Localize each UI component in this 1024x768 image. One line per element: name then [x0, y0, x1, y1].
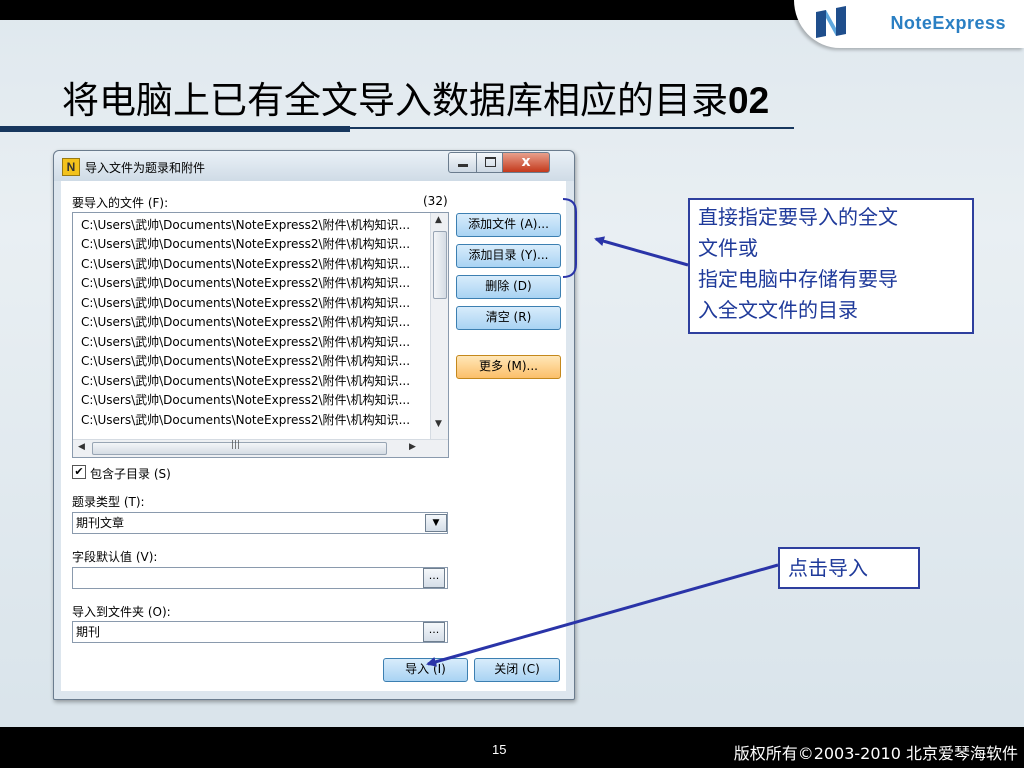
page-number: 15	[492, 742, 507, 757]
maximize-button[interactable]	[476, 152, 504, 173]
files-label: 要导入的文件 (F):	[72, 196, 169, 210]
more-button[interactable]: 更多 (M)...	[456, 355, 561, 379]
file-list[interactable]: C:\Users\武帅\Documents\NoteExpress2\附件\机构…	[72, 212, 449, 458]
file-list-item[interactable]: C:\Users\武帅\Documents\NoteExpress2\附件\机构…	[81, 235, 410, 252]
import-folder-input[interactable]: 期刊	[72, 621, 448, 643]
title-underline-thin	[350, 127, 794, 129]
close-button[interactable]: 关闭 (C)	[474, 658, 560, 682]
slide-title: 将电脑上已有全文导入数据库相应的目录02	[62, 70, 769, 124]
file-list-item[interactable]: C:\Users\武帅\Documents\NoteExpress2\附件\机构…	[81, 313, 410, 330]
app-icon: N	[62, 158, 80, 176]
field-default-label: 字段默认值 (V):	[72, 550, 158, 564]
vertical-scrollbar[interactable]: ▲ ▼	[430, 213, 448, 439]
callout-line: 指定电脑中存储有要导	[698, 267, 898, 291]
record-type-label: 题录类型 (T):	[72, 495, 145, 509]
slide-title-text: 将电脑上已有全文导入数据库相应的目录	[62, 79, 728, 122]
file-list-item[interactable]: C:\Users\武帅\Documents\NoteExpress2\附件\机构…	[81, 274, 410, 291]
horizontal-scrollbar[interactable]: ◀ ||| ▶	[73, 439, 448, 457]
include-subdir-label: 包含子目录 (S)	[90, 467, 171, 481]
file-list-item[interactable]: C:\Users\武帅\Documents\NoteExpress2\附件\机构…	[81, 333, 410, 350]
file-list-item[interactable]: C:\Users\武帅\Documents\NoteExpress2\附件\机构…	[81, 216, 410, 233]
import-folder-value: 期刊	[76, 625, 101, 639]
dialog-title: 导入文件为题录和附件	[85, 161, 206, 175]
file-list-item[interactable]: C:\Users\武帅\Documents\NoteExpress2\附件\机构…	[81, 411, 410, 428]
clear-button[interactable]: 清空 (R)	[456, 306, 561, 330]
callout-line: 文件或	[698, 236, 758, 260]
dialog-titlebar[interactable]: N 导入文件为题录和附件 x	[54, 151, 574, 181]
file-list-item[interactable]: C:\Users\武帅\Documents\NoteExpress2\附件\机构…	[81, 391, 410, 408]
file-list-item[interactable]: C:\Users\武帅\Documents\NoteExpress2\附件\机构…	[81, 372, 410, 389]
import-dialog: N 导入文件为题录和附件 x 要导入的文件 (F): (32) C:\Users…	[53, 150, 575, 700]
callout-direct-select: 直接指定要导入的全文 文件或 指定电脑中存储有要导 入全文文件的目录	[688, 198, 974, 334]
scroll-up-icon[interactable]: ▲	[435, 215, 442, 225]
callout-click-import: 点击导入	[778, 547, 920, 589]
dialog-client-area: 要导入的文件 (F): (32) C:\Users\武帅\Documents\N…	[61, 181, 566, 691]
files-count: (32)	[423, 194, 448, 208]
slide-title-number: 02	[728, 80, 770, 121]
horizontal-scroll-thumb[interactable]: |||	[92, 440, 387, 455]
file-list-item[interactable]: C:\Users\武帅\Documents\NoteExpress2\附件\机构…	[81, 352, 410, 369]
include-subdir-checkbox[interactable]: ✔	[72, 465, 86, 479]
close-window-button[interactable]: x	[502, 152, 550, 173]
scroll-grip: |||	[231, 440, 241, 450]
scroll-right-icon[interactable]: ▶	[409, 442, 416, 452]
file-list-item[interactable]: C:\Users\武帅\Documents\NoteExpress2\附件\机构…	[81, 255, 410, 272]
delete-button[interactable]: 删除 (D)	[456, 275, 561, 299]
record-type-value: 期刊文章	[76, 516, 125, 530]
callout-line: 入全文文件的目录	[698, 298, 858, 322]
field-default-input[interactable]	[72, 567, 448, 589]
logo-tab: NoteExpress	[794, 0, 1024, 48]
copyright-text: 版权所有©2003-2010 北京爱琴海软件	[733, 744, 1018, 763]
noteexpress-logo-icon	[816, 6, 846, 38]
record-type-select[interactable]: 期刊文章	[72, 512, 448, 534]
import-folder-browse-button[interactable]: ...	[423, 622, 445, 642]
title-underline-thick	[0, 126, 350, 132]
import-folder-label: 导入到文件夹 (O):	[72, 605, 171, 619]
minimize-button[interactable]	[448, 152, 478, 173]
field-default-browse-button[interactable]: ...	[423, 568, 445, 588]
dropdown-arrow-icon[interactable]: ▼	[425, 514, 447, 532]
add-directory-button[interactable]: 添加目录 (Y)...	[456, 244, 561, 268]
vertical-scroll-thumb[interactable]	[433, 231, 447, 299]
add-file-button[interactable]: 添加文件 (A)...	[456, 213, 561, 237]
callout-line: 直接指定要导入的全文	[698, 205, 898, 229]
import-button[interactable]: 导入 (I)	[383, 658, 468, 682]
logo-text: NoteExpress	[890, 13, 1006, 33]
arrow-to-add-buttons	[594, 236, 689, 267]
scroll-left-icon[interactable]: ◀	[78, 442, 85, 452]
file-list-item[interactable]: C:\Users\武帅\Documents\NoteExpress2\附件\机构…	[81, 294, 410, 311]
scroll-down-icon[interactable]: ▼	[435, 419, 442, 429]
